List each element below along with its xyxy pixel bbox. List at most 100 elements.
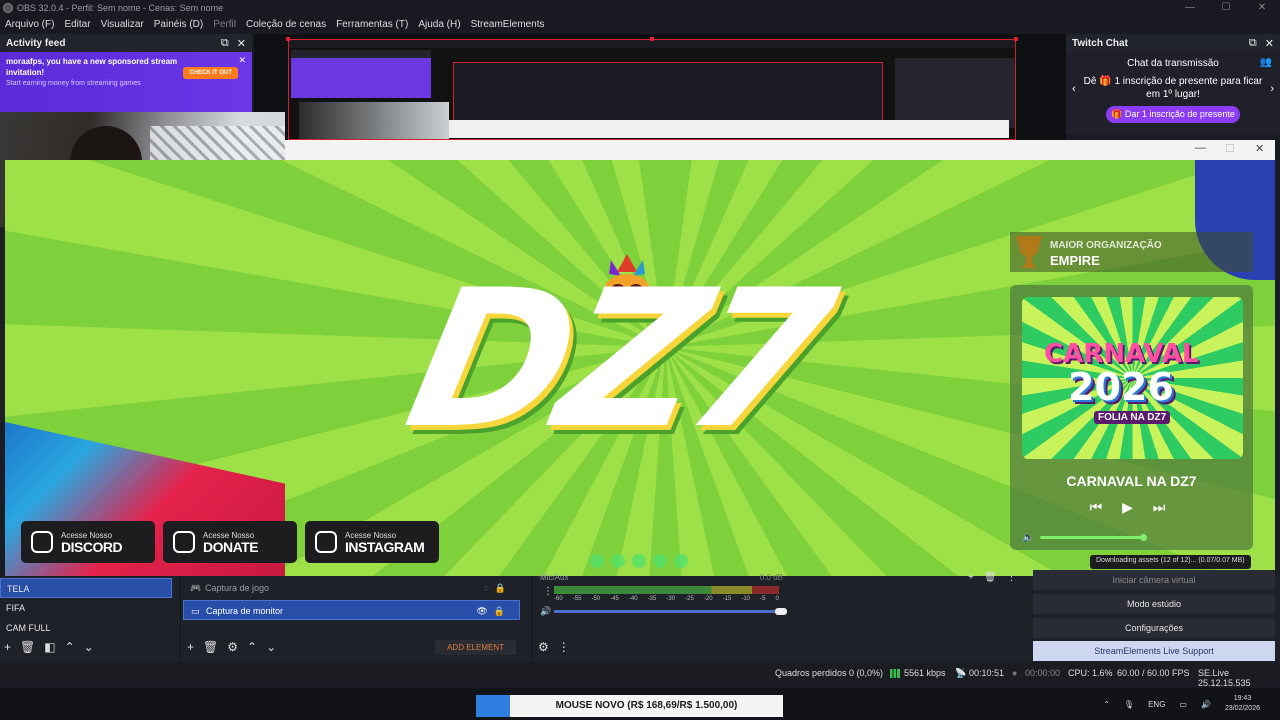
- close-icon[interactable]: ✕: [1255, 142, 1264, 155]
- gear-icon[interactable]: ⚙: [538, 640, 549, 654]
- taskbar-window-title[interactable]: MOUSE NOVO (R$ 168,69/R$ 1.500,00): [510, 695, 783, 717]
- add-icon[interactable]: +: [4, 640, 11, 654]
- volume-icon: 🔈: [1022, 532, 1035, 543]
- menu-visualizar[interactable]: Visualizar: [96, 19, 149, 30]
- se-support-button[interactable]: StreamElements Live Support: [1033, 641, 1275, 661]
- menu-ajuda[interactable]: Ajuda (H): [413, 19, 465, 30]
- chevron-down-icon[interactable]: ⌄: [84, 640, 94, 654]
- lock-icon[interactable]: 🔒: [494, 606, 511, 616]
- scene-item[interactable]: FIFA: [0, 598, 172, 618]
- scene-item[interactable]: CAM FULL: [0, 618, 172, 638]
- maximize-icon[interactable]: ☐: [1225, 142, 1235, 155]
- menu-arquivo[interactable]: Arquivo (F): [0, 19, 59, 30]
- more-icon[interactable]: ⋮: [558, 640, 570, 654]
- chevron-up-icon[interactable]: ⌃: [65, 640, 75, 654]
- chevron-left-icon[interactable]: ‹: [1072, 83, 1076, 96]
- scene-item[interactable]: TELA: [0, 578, 172, 598]
- menu-editar[interactable]: Editar: [59, 19, 95, 30]
- signal-icon: [890, 668, 900, 679]
- menu-streamelements[interactable]: StreamElements: [466, 19, 550, 30]
- users-icon[interactable]: 👥: [1260, 57, 1272, 68]
- chevron-right-icon[interactable]: ›: [1270, 83, 1274, 96]
- source-item[interactable]: 🎮 Captura de jogo ◌🔒: [183, 578, 520, 598]
- chevron-up-icon[interactable]: ⌃: [1103, 700, 1110, 709]
- download-status: Downloading assets (12 of 12)... (0.07/0…: [1090, 555, 1251, 569]
- virtual-camera-button[interactable]: Iniciar câmera virtual: [1033, 570, 1275, 590]
- music-player: CARNAVAL 2026 FOLIA NA DZ7 CARNAVAL NA D…: [1010, 285, 1253, 550]
- preview-canvas[interactable]: [254, 34, 1066, 140]
- trash-icon[interactable]: 🗑: [203, 640, 218, 654]
- language-indicator[interactable]: ENG: [1148, 700, 1165, 709]
- undock-icon[interactable]: ⧉: [1249, 37, 1257, 50]
- undock-icon[interactable]: ⧉: [221, 37, 229, 50]
- cpu-usage: CPU: 1.6%: [1068, 668, 1113, 678]
- resize-handle[interactable]: [1014, 37, 1018, 41]
- record-icon: ●: [1012, 668, 1018, 678]
- taskbar-app[interactable]: [476, 695, 510, 717]
- taskbar: MOUSE NOVO (R$ 168,69/R$ 1.500,00) ⌃ 🎙 E…: [0, 688, 1280, 720]
- resize-handle[interactable]: [286, 37, 290, 41]
- twitch-chat-dock: Twitch Chat ⧉ ✕ Chat da transmissão 👥 ‹ …: [1066, 34, 1280, 134]
- menu-paineis[interactable]: Painéis (D): [149, 19, 208, 30]
- obs-icon: [3, 2, 13, 13]
- gamepad-icon: 🎮: [190, 583, 202, 593]
- volume-icon[interactable]: 🔊: [1201, 700, 1211, 709]
- dropped-frames: Quadros perdidos 0 (0,0%): [775, 668, 884, 678]
- studio-mode-button[interactable]: Modo estúdio: [1033, 594, 1275, 614]
- mixer-db: 0.0 dB: [759, 573, 783, 582]
- bitrate: 5561 kbps: [904, 668, 946, 678]
- notification-subtext: Start earning money from streaming games: [6, 80, 141, 87]
- audio-mixer-dock: Mic/Aux 0.0 dB ⋮ -60 -55 -50 -45 -40 -35 -30…: [531, 573, 791, 662]
- more-icon[interactable]: ⋮: [543, 586, 553, 597]
- volume-fader[interactable]: [554, 608, 787, 615]
- close-dock-icon[interactable]: ✕: [1265, 37, 1274, 50]
- status-bar: Quadros perdidos 0 (0,0%) 5561 kbps 📡 00…: [0, 662, 1280, 688]
- menu-colecao-cenas[interactable]: Coleção de cenas: [241, 19, 331, 30]
- gear-icon[interactable]: ⚙: [227, 640, 238, 654]
- maximize-icon[interactable]: ☐: [1208, 2, 1244, 13]
- hidden-eye-icon[interactable]: ◌: [483, 583, 494, 593]
- empire-value: EMPIRE: [1050, 253, 1100, 268]
- close-icon[interactable]: ✕: [1244, 2, 1280, 13]
- close-dock-icon[interactable]: ✕: [237, 37, 246, 50]
- track-name: CARNAVAL NA DZ7: [1066, 473, 1197, 489]
- nested-preview: [288, 39, 1016, 140]
- source-item[interactable]: ▭ Captura de monitor 👁🔒: [183, 600, 520, 620]
- minimize-icon[interactable]: —: [1195, 142, 1206, 154]
- resize-handle[interactable]: [650, 37, 654, 41]
- speaker-icon[interactable]: 🔊: [540, 606, 551, 617]
- chevron-down-icon[interactable]: ⌄: [266, 640, 276, 654]
- discord-banner: Acesse Nosso DISCORD: [21, 521, 155, 563]
- twitch-chat-title: Twitch Chat: [1072, 37, 1128, 49]
- add-icon[interactable]: +: [187, 640, 194, 654]
- menu-ferramentas[interactable]: Ferramentas (T): [331, 19, 413, 30]
- activity-feed-title: Activity feed: [6, 37, 66, 49]
- instagram-icon: [315, 531, 337, 553]
- record-time: 00:00:00: [1025, 668, 1061, 678]
- carousel-dots: [590, 554, 688, 568]
- mixer-channel-label: Mic/Aux: [540, 573, 569, 582]
- album-art: CARNAVAL 2026 FOLIA NA DZ7: [1022, 297, 1243, 459]
- eye-icon[interactable]: 👁: [476, 606, 493, 616]
- add-icon[interactable]: +: [968, 572, 974, 583]
- dismiss-icon[interactable]: ✕: [238, 55, 246, 66]
- check-it-out-button[interactable]: CHECK IT OUT: [183, 67, 238, 79]
- gift-sub-button[interactable]: 🎁 Dar 1 inscrição de presente: [1106, 106, 1240, 123]
- clock[interactable]: 19:43 23/02/2026: [1225, 694, 1260, 714]
- settings-button[interactable]: Configurações: [1033, 618, 1275, 638]
- trash-icon[interactable]: 🗑: [984, 572, 997, 583]
- filter-icon[interactable]: ◧: [44, 640, 55, 654]
- more-icon[interactable]: ⋮: [1007, 572, 1017, 583]
- sources-dock: 🎮 Captura de jogo ◌🔒 ▭ Captura de monito…: [180, 576, 522, 662]
- microphone-icon[interactable]: 🎙: [1124, 700, 1134, 709]
- lock-icon[interactable]: 🔒: [495, 583, 512, 593]
- stream-stage: DZ7 Acesse Nosso DISCORD Acesse Nosso DONA…: [5, 160, 1275, 576]
- notification-text: moraafps, you have a new sponsored strea…: [6, 57, 178, 77]
- minimize-icon[interactable]: —: [1172, 2, 1208, 13]
- discord-icon: [31, 531, 53, 553]
- add-element-button[interactable]: ADD ELEMENT: [435, 640, 516, 655]
- chevron-up-icon[interactable]: ⌃: [247, 640, 257, 654]
- menu-perfil[interactable]: Perfil: [208, 19, 241, 30]
- network-icon[interactable]: ▭: [1179, 700, 1187, 709]
- trash-icon[interactable]: 🗑: [20, 640, 35, 654]
